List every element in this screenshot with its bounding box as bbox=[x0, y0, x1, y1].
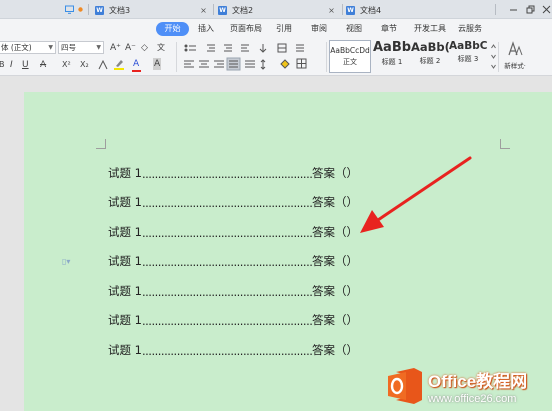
annotation-arrow bbox=[360, 156, 472, 233]
watermark: Office教程网 www.office26.com bbox=[386, 360, 552, 411]
office-logo-icon bbox=[386, 367, 424, 405]
watermark-url: www.office26.com bbox=[428, 392, 517, 405]
watermark-title: Office教程网 bbox=[428, 371, 528, 391]
